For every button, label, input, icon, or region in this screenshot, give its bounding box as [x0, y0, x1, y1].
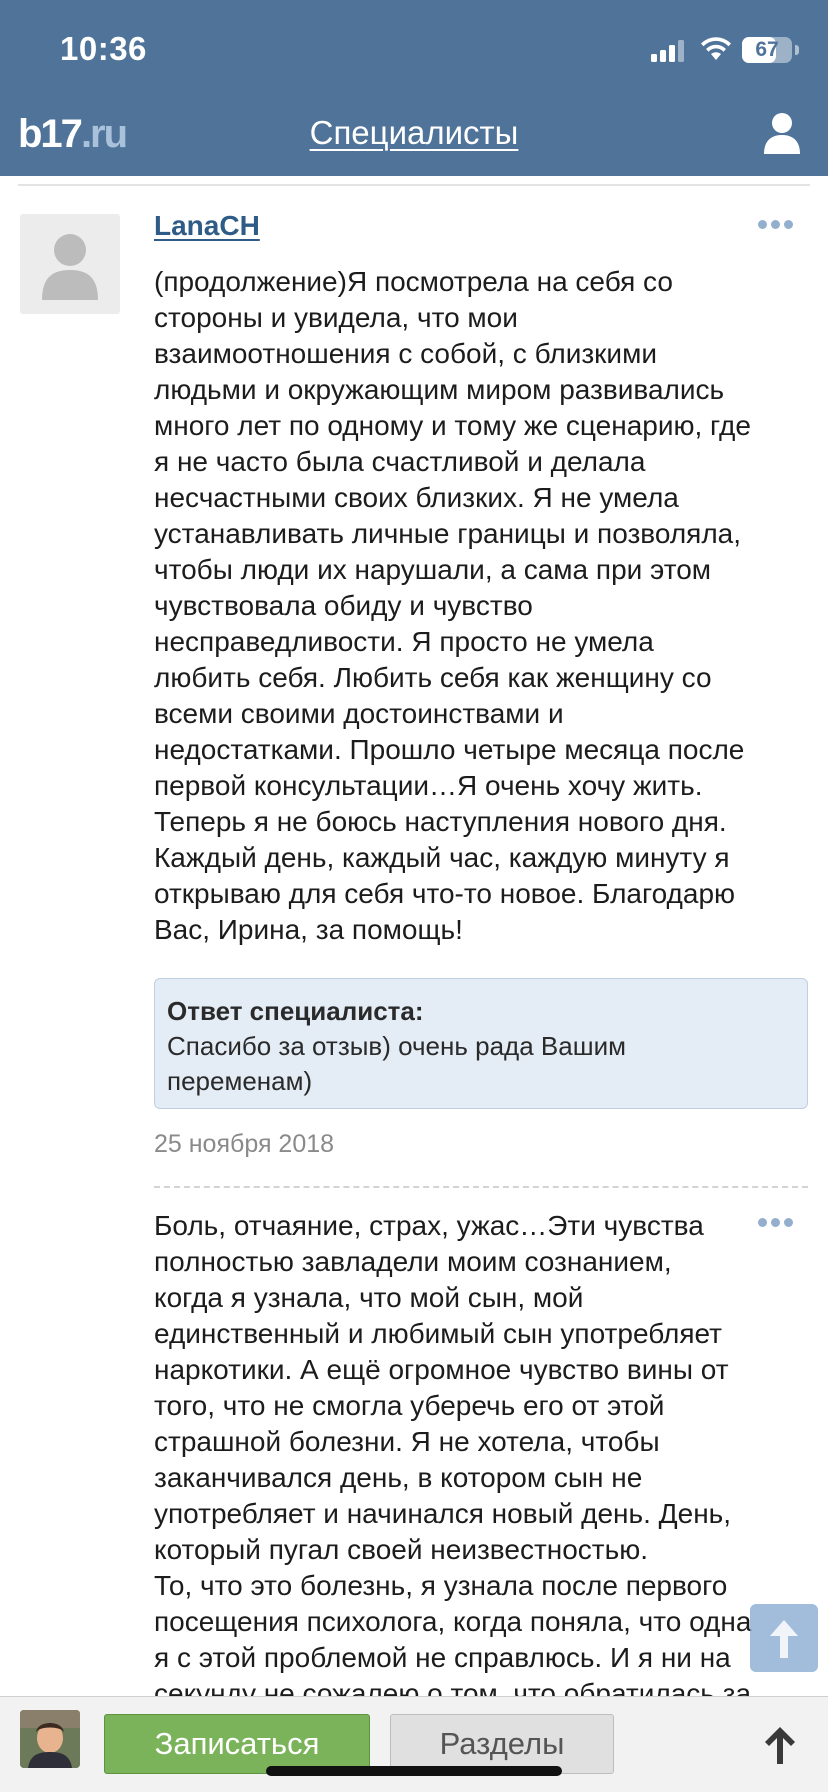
specialist-answer: Ответ специалиста: Спасибо за отзыв) оче…	[154, 978, 808, 1109]
review-date: 25 ноября 2018	[154, 1130, 335, 1158]
battery-icon: 67	[742, 37, 792, 63]
user-photo-image	[20, 1710, 80, 1768]
avatar-placeholder-icon	[42, 234, 98, 300]
review-divider	[154, 1186, 808, 1188]
sections-button[interactable]: Разделы	[390, 1714, 614, 1774]
status-time: 10:36	[60, 30, 147, 67]
signup-button[interactable]: Записаться	[104, 1714, 370, 1774]
home-indicator	[266, 1766, 562, 1776]
answer-text: Спасибо за отзыв) очень рада Вашим перем…	[167, 1031, 626, 1096]
avatar	[20, 214, 120, 314]
wifi-icon	[701, 37, 731, 60]
profile-icon[interactable]	[762, 112, 802, 154]
review-author[interactable]: LanaCH	[154, 210, 260, 242]
signal-icon	[651, 40, 687, 62]
battery-level: 67	[755, 38, 779, 61]
arrow-up-icon	[770, 1620, 798, 1658]
page-title-link[interactable]: Специалисты	[0, 114, 828, 152]
user-photo[interactable]	[20, 1710, 80, 1768]
more-options-icon[interactable]	[758, 220, 794, 230]
arrow-up-icon[interactable]	[760, 1724, 800, 1766]
review-text: Боль, отчаяние, страх, ужас…Эти чувства …	[154, 1210, 752, 1696]
divider	[18, 184, 810, 186]
review-text: (продолжение)Я посмотрела на себя со сто…	[154, 266, 751, 945]
scroll-to-top-button[interactable]	[750, 1604, 818, 1672]
app-header: 10:36 67 b17.ru Специалисты	[0, 0, 828, 176]
answer-title: Ответ специалиста:	[167, 996, 424, 1026]
